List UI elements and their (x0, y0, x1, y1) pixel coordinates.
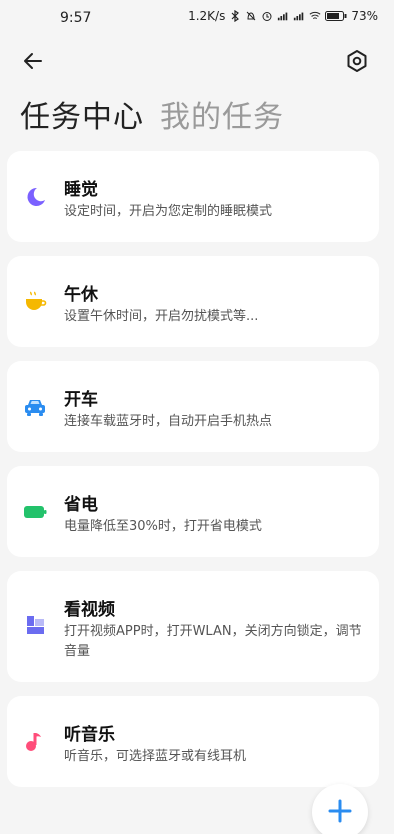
battery-status-icon (325, 11, 347, 21)
coffee-cup-icon (26, 291, 47, 310)
car-icon (25, 400, 45, 416)
settings-gear-icon[interactable] (342, 46, 372, 76)
do-not-disturb-icon (246, 11, 256, 21)
task-card-driving[interactable]: 开车 连接车载蓝牙时，自动开启手机热点 (7, 361, 379, 452)
tab-my-tasks[interactable]: 我的任务 (160, 92, 284, 136)
signal-icon-2 (294, 12, 304, 21)
plus-icon (328, 799, 352, 823)
header-tabs: 任务中心 我的任务 (20, 92, 284, 136)
task-card-sleep[interactable]: 睡觉 设定时间，开启为您定制的睡眠模式 (7, 151, 379, 242)
video-icon (27, 616, 44, 634)
status-icons: 1.2K/s 73% (188, 9, 378, 23)
task-description: 听音乐，可选择蓝牙或有线耳机 (64, 749, 247, 764)
music-note-icon (26, 733, 41, 751)
tab-task-center[interactable]: 任务中心 (20, 92, 144, 136)
task-title: 省电 (64, 495, 98, 515)
top-bar (0, 40, 394, 80)
back-arrow-icon[interactable] (18, 46, 48, 76)
bluetooth-icon (231, 10, 240, 22)
wifi-icon (309, 11, 321, 19)
add-task-button[interactable] (312, 784, 368, 834)
battery-percentage: 73% (351, 9, 378, 23)
task-card-listen-music[interactable]: 听音乐 听音乐，可选择蓝牙或有线耳机 (7, 696, 379, 787)
status-time: 9:57 (60, 10, 92, 26)
battery-icon (24, 506, 47, 518)
task-title: 开车 (64, 390, 98, 410)
task-card-power-saving[interactable]: 省电 电量降低至30%时，打开省电模式 (7, 466, 379, 557)
status-bar: 9:57 1.2K/s 73% (0, 0, 394, 36)
network-speed: 1.2K/s (188, 9, 226, 23)
task-title: 午休 (64, 285, 98, 305)
task-card-watch-video[interactable]: 看视频 打开视频APP时，打开WLAN，关闭方向锁定，调节音量 (7, 571, 379, 682)
task-title: 听音乐 (64, 725, 115, 745)
alarm-icon (262, 12, 272, 21)
task-description: 连接车载蓝牙时，自动开启手机热点 (64, 414, 273, 429)
task-description: 设定时间，开启为您定制的睡眠模式 (64, 204, 273, 219)
task-title: 睡觉 (64, 180, 98, 200)
task-title: 看视频 (64, 600, 115, 620)
task-card-nap[interactable]: 午休 设置午休时间，开启勿扰模式等... (7, 256, 379, 347)
moon-icon (27, 187, 45, 206)
task-description: 打开视频APP时，打开WLAN，关闭方向锁定，调节音量 (64, 624, 362, 659)
task-description: 电量降低至30%时，打开省电模式 (64, 519, 262, 534)
task-description: 设置午休时间，开启勿扰模式等... (64, 309, 259, 324)
signal-icon (278, 12, 288, 21)
